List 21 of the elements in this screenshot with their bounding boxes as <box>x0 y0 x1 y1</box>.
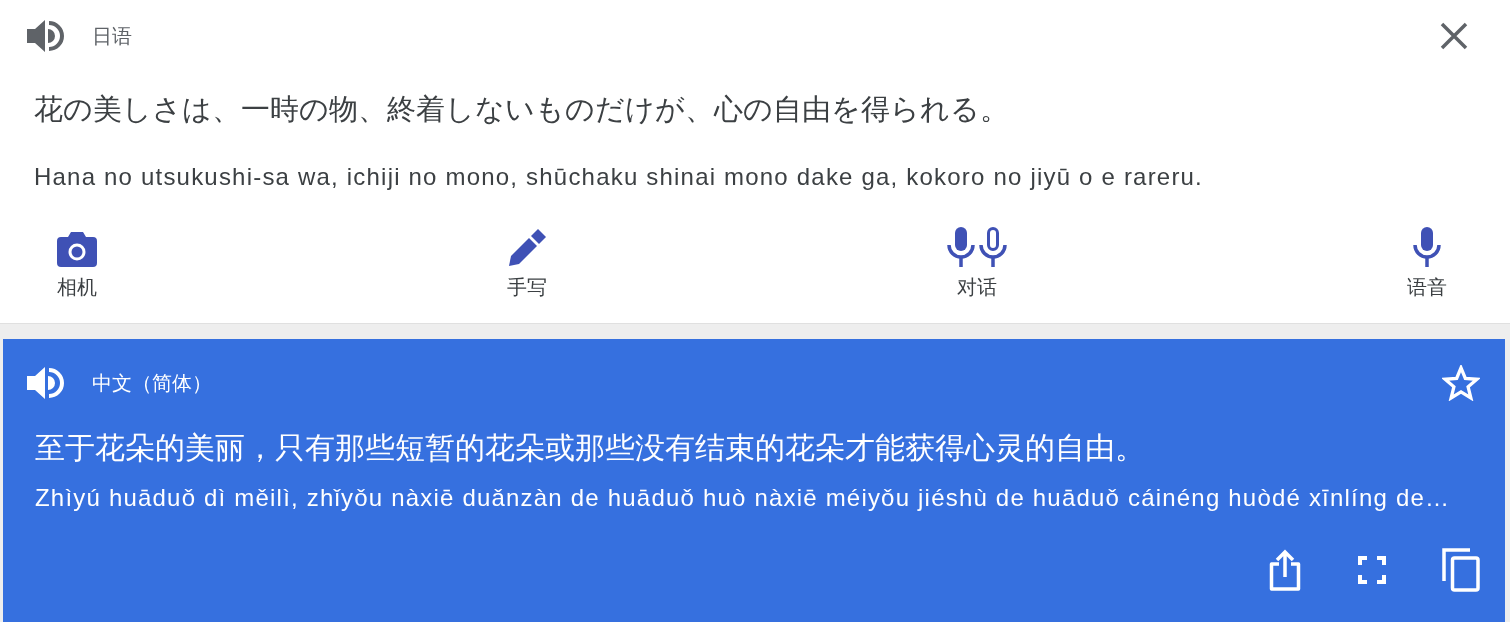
voice-button[interactable]: 语音 <box>1377 227 1477 299</box>
pinyin-text: Zhìyú huāduǒ dì měilì, zhǐyǒu nàxiē duǎnzàn de huāduǒ huò nàxiē méiyǒu jiéshù de huāduǒ cáinéng huòdé xīnlíng de… <box>34 484 1452 512</box>
camera-icon <box>57 231 97 267</box>
translated-text: 至于花朵的美丽，只有那些短暂的花朵或那些没有结束的花朵才能获得心灵的自由。 <box>34 431 1146 465</box>
handwriting-button[interactable]: 手写 <box>477 227 577 299</box>
source-text: 花の美しさは、一時の物、終着しないものだけが、心の自由を得られる。 <box>33 92 1010 126</box>
language-label: 中文（简体） <box>92 371 212 395</box>
romanization-text: Hana no utsukushi-sa wa, ichiji no mono, shūchaku shinai mono dake ga, kokoro no jiyū o e rareru. <box>33 163 1204 191</box>
copy-icon[interactable] <box>1442 548 1480 592</box>
fullscreen-icon[interactable] <box>1358 556 1386 584</box>
conversation-button[interactable]: 对话 <box>927 227 1027 299</box>
speaker-icon[interactable] <box>27 365 65 401</box>
close-icon[interactable] <box>1440 22 1468 50</box>
share-icon[interactable] <box>1268 548 1302 592</box>
pen-icon <box>508 229 546 267</box>
language-label: 日语 <box>92 24 132 48</box>
star-icon[interactable] <box>1442 365 1480 401</box>
two-microphones-icon <box>947 227 1007 267</box>
speaker-icon[interactable] <box>27 18 65 54</box>
camera-button[interactable]: 相机 <box>27 227 127 299</box>
microphone-icon <box>1413 227 1441 267</box>
